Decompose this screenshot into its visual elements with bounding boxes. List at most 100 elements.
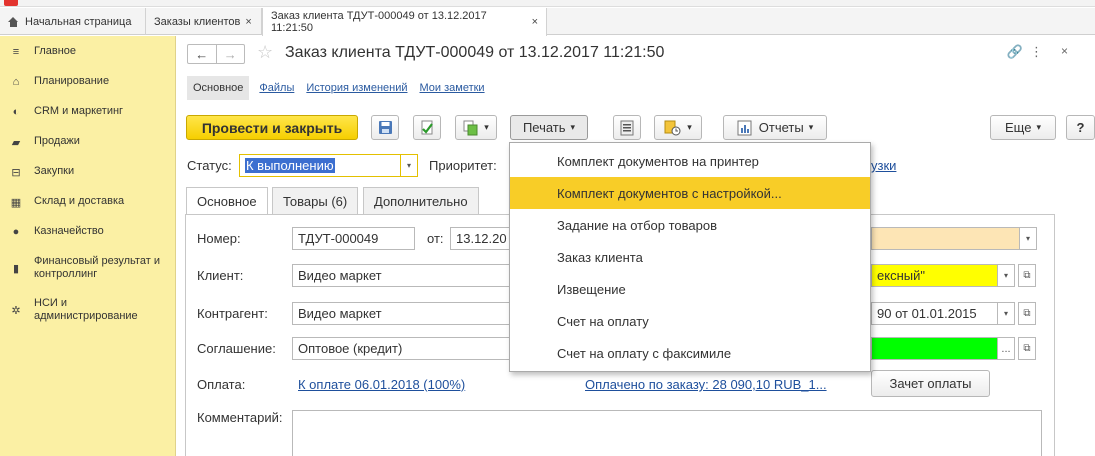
contract-open-button[interactable]: ⧉ — [1018, 302, 1036, 325]
chevron-down-icon: ▾ — [687, 122, 692, 132]
partially-hidden-link[interactable]: узки — [871, 158, 896, 173]
more-actions-button[interactable]: Еще ▾ — [990, 115, 1056, 140]
agreement-open-button[interactable]: ⧉ — [1018, 337, 1036, 360]
menu-item-notice[interactable]: Извещение — [510, 273, 870, 305]
organization-field[interactable] — [871, 227, 1019, 250]
agreement-select-button[interactable]: ... — [997, 337, 1015, 360]
payment-label: Оплата: — [197, 377, 246, 392]
help-button[interactable]: ? — [1066, 115, 1095, 140]
star-icon[interactable]: ☆ — [257, 42, 273, 63]
more-options-icon[interactable]: ⋮ — [1030, 44, 1043, 60]
close-icon[interactable]: × — [245, 16, 251, 28]
crm-icon: ◐ — [12, 106, 20, 118]
sidebar-item-planning[interactable]: ⌂ Планирование — [0, 75, 176, 88]
sidebar-item-treasury[interactable]: ● Казначейство — [0, 225, 176, 238]
chevron-down-icon: ▾ — [406, 161, 411, 170]
menu-item-picking-task[interactable]: Задание на отбор товаров — [510, 209, 870, 241]
agreement-field[interactable]: Оптовое (кредит) — [292, 337, 510, 360]
warehouse-field[interactable] — [871, 337, 997, 360]
open-window-icon: ⧉ — [1023, 308, 1031, 319]
floppy-disk-icon — [378, 121, 392, 134]
form-tab-goods[interactable]: Товары (6) — [272, 187, 359, 214]
related-documents-button[interactable]: ▾ — [654, 115, 702, 140]
menu-item-label: Комплект документов на принтер — [557, 153, 759, 169]
date-field[interactable]: 13.12.20 — [450, 227, 510, 250]
tab-client-orders[interactable]: Заказы клиентов × — [146, 8, 262, 35]
menu-item-label: Счет на оплату с факсимиле — [557, 345, 732, 361]
sidebar-item-label: Казначейство — [34, 225, 104, 237]
counterparty-field[interactable]: Видео маркет — [292, 302, 510, 325]
sidebar-item-label: НСИ и администрирование — [34, 297, 138, 322]
post-and-close-button[interactable]: Провести и закрыть — [186, 115, 358, 140]
post-button[interactable] — [413, 115, 441, 140]
menu-item-print-set-printer[interactable]: Комплект документов на принтер — [510, 145, 870, 177]
tab-client-order-active[interactable]: Заказ клиента ТДУТ-000049 от 13.12.2017 … — [262, 8, 547, 36]
comment-textarea[interactable] — [292, 410, 1042, 456]
reports-button[interactable]: Отчеты ▾ — [723, 115, 827, 140]
number-value: ТДУТ-000049 — [298, 231, 379, 246]
bar-chart-icon: ▮ — [12, 262, 20, 275]
status-dropdown-button[interactable]: ▾ — [400, 154, 418, 177]
contract-field[interactable]: 90 от 01.01.2015 — [871, 302, 997, 325]
sidebar-item-admin[interactable]: ✲ НСИ и администрирование — [0, 297, 176, 323]
sidebar-item-crm[interactable]: ◐ CRM и маркетинг — [0, 105, 176, 118]
form-tab-label: Основное — [197, 194, 257, 209]
sidebar-item-purchases[interactable]: ⊟ Закупки — [0, 165, 176, 179]
back-arrow-icon[interactable]: ← — [188, 45, 216, 63]
date-value: 13.12.20 — [456, 231, 507, 246]
close-icon[interactable]: × — [532, 16, 538, 28]
open-window-icon: ⧉ — [1023, 343, 1031, 354]
forward-arrow-icon[interactable]: → — [215, 45, 245, 63]
organization-dropdown-button[interactable]: ▾ — [1019, 227, 1037, 250]
sidebar-item-label: Закупки — [34, 165, 75, 177]
post-and-close-label: Провести и закрыть — [201, 119, 343, 136]
tab-files[interactable]: Файлы — [259, 82, 294, 94]
sidebar-item-warehouse[interactable]: ▦ Склад и доставка — [0, 195, 176, 209]
reports-button-label: Отчеты — [758, 120, 804, 135]
contract-dropdown-button[interactable]: ▾ — [997, 302, 1015, 325]
sidebar-item-label: Планирование — [34, 75, 110, 87]
price-type-dropdown-button[interactable]: ▾ — [997, 264, 1015, 287]
close-icon[interactable]: × — [1061, 44, 1068, 58]
tab-main[interactable]: Основное — [187, 76, 250, 100]
link-icon[interactable]: 🔗 — [1007, 44, 1023, 60]
menu-item-label: Комплект документов с настройкой... — [557, 185, 782, 201]
open-tabs-bar: Начальная страница Заказы клиентов × Зак… — [0, 8, 1095, 36]
menu-item-label: Задание на отбор товаров — [557, 217, 718, 233]
status-value: К выполнению — [245, 158, 335, 173]
print-button-label: Печать — [522, 120, 566, 135]
create-based-on-button[interactable]: ▾ — [455, 115, 497, 140]
tab-my-notes[interactable]: Мои заметки — [420, 82, 485, 94]
payment-offset-button[interactable]: Зачет оплаты — [871, 370, 990, 397]
document-list-icon — [620, 120, 634, 135]
client-field[interactable]: Видео маркет — [292, 264, 510, 287]
priority-label: Приоритет: — [429, 158, 497, 173]
menu-item-print-set-settings[interactable]: Комплект документов с настройкой... — [510, 177, 870, 209]
gear-icon: ✲ — [11, 304, 21, 317]
warehouse-icon: ▦ — [10, 196, 22, 209]
counterparty-value: Видео маркет — [298, 306, 382, 321]
paid-amount-link[interactable]: Оплачено по заказу: 28 090,10 RUB_1... — [585, 377, 827, 392]
form-tab-main[interactable]: Основное — [186, 187, 268, 215]
price-type-open-button[interactable]: ⧉ — [1018, 264, 1036, 287]
menu-item-invoice-facsimile[interactable]: Счет на оплату с факсимиле — [510, 337, 870, 369]
tab-change-history[interactable]: История изменений — [306, 82, 407, 94]
document-list-button[interactable] — [613, 115, 641, 140]
sidebar-item-main[interactable]: ≡ Главное — [0, 45, 176, 58]
save-button[interactable] — [371, 115, 399, 140]
treasury-icon: ● — [12, 226, 20, 238]
print-button[interactable]: Печать ▾ — [510, 115, 588, 140]
menu-item-invoice[interactable]: Счет на оплату — [510, 305, 870, 337]
number-field[interactable]: ТДУТ-000049 — [292, 227, 415, 250]
price-type-field[interactable]: ексный" — [871, 264, 997, 287]
status-field[interactable]: К выполнению — [239, 154, 402, 177]
page-title: Заказ клиента ТДУТ-000049 от 13.12.2017 … — [285, 44, 665, 61]
payment-schedule-link[interactable]: К оплате 06.01.2018 (100%) — [298, 377, 465, 392]
menu-item-client-order[interactable]: Заказ клиента — [510, 241, 870, 273]
sidebar-item-finance[interactable]: ▮ Финансовый результат и контроллинг — [0, 255, 176, 281]
sidebar-item-sales[interactable]: ▰ Продажи — [0, 135, 176, 149]
form-tab-additional[interactable]: Дополнительно — [363, 187, 479, 214]
structure-icon — [664, 120, 681, 135]
tab-home[interactable]: Начальная страница — [0, 8, 146, 35]
agreement-value: Оптовое (кредит) — [298, 341, 403, 356]
